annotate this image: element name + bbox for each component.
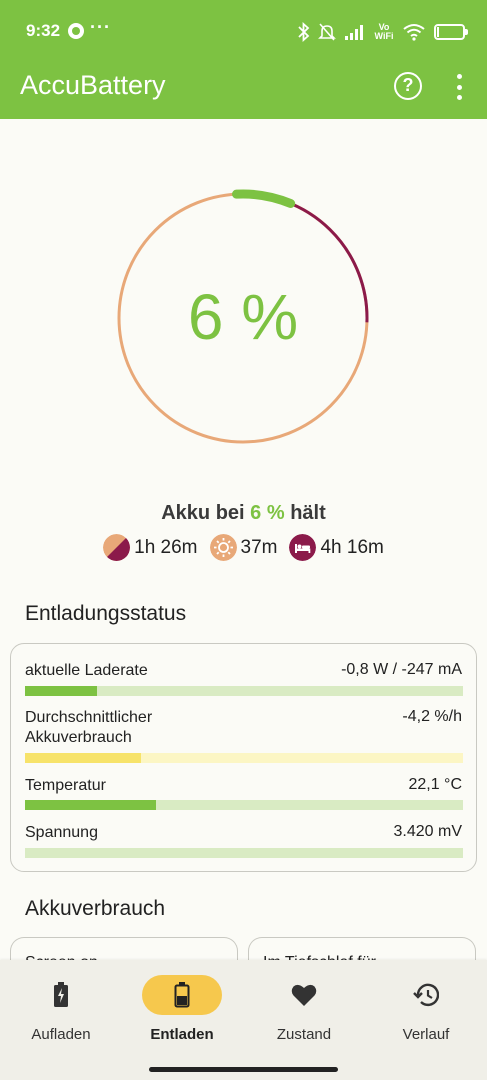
nav-discharge-label: Entladen [150,1026,214,1043]
nav-health[interactable]: Zustand [249,960,359,1060]
bluetooth-icon [298,22,310,42]
battery-status-icon [434,24,468,40]
nav-charge-label: Aufladen [31,1026,91,1043]
help-icon[interactable]: ? [394,72,422,100]
more-notifications-indicator: ··· [90,17,111,37]
battery-hold-line: Akku bei 6 % hält [0,502,487,525]
time-sleep-value: 4h 16m [320,536,384,558]
time-mixed-value: 1h 26m [134,536,198,558]
time-sleep: 4h 16m [289,534,384,561]
gauge-level-arc [232,189,296,209]
nav-discharge[interactable]: Entladen [127,960,237,1060]
home-indicator[interactable] [149,1067,338,1072]
hold-percent: 6 % [250,502,285,524]
avg-usage-bar-fill [25,753,142,763]
temperature-label: Temperatur [25,777,106,794]
nav-charge[interactable]: Aufladen [6,960,116,1060]
temperature-bar [25,800,463,810]
time-screen-value: 37m [240,536,278,558]
vowifi-icon: Vo WiFi [374,23,394,41]
hold-suffix: hält [290,502,326,524]
charge-rate-value: -0,8 W / -247 mA [341,661,462,678]
time-mixed-usage: 1h 26m [103,534,198,561]
voltage-bar [25,848,463,858]
nav-history[interactable]: Verlauf [371,960,481,1060]
screen-on-icon [209,534,237,561]
heart-icon [264,975,344,1015]
voltage-label: Spannung [25,824,98,841]
more-vertical-icon[interactable] [449,70,469,104]
temperature-bar-fill [25,800,157,810]
nav-history-label: Verlauf [402,1026,450,1043]
charge-rate-label: aktuelle Laderate [25,662,148,679]
app-title: AccuBattery [20,70,166,100]
nav-health-label: Zustand [276,1026,332,1043]
gauge-percent: 6 % [187,281,299,353]
usage-section-title: Akkuverbrauch [25,897,166,920]
discharge-status-card: aktuelle Laderate -0,8 W / -247 mA Durch… [10,643,477,872]
avg-usage-value: -4,2 %/h [402,708,462,725]
history-icon [386,975,466,1015]
bottom-navigation: Aufladen Entladen Zustand Verlauf [0,960,487,1080]
battery-discharge-icon [142,975,222,1015]
hold-prefix: Akku bei [161,502,245,524]
time-screen-on: 37m [209,534,278,561]
avg-usage-label: Durchschnittlicher Akkuverbrauch [25,709,153,746]
whatsapp-icon [68,23,84,39]
sleep-icon [289,534,317,561]
avg-usage-bar [25,753,463,763]
silent-bell-icon [318,23,336,41]
estimated-times: 1h 26m 37m 4h 16m [0,534,487,561]
wifi-icon [403,24,425,41]
battery-charging-icon [21,975,101,1015]
charge-rate-bar-fill [25,686,98,696]
status-bar: 9:32 ··· Vo WiFi [0,0,487,62]
vowifi-bottom: WiFi [374,31,394,41]
temperature-value: 22,1 °C [408,776,462,793]
status-icons: Vo WiFi [298,20,468,44]
signal-icon [345,25,363,40]
mixed-usage-icon [103,534,131,561]
voltage-value: 3.420 mV [393,823,462,840]
status-time: 9:32 [26,21,61,40]
charge-rate-bar [25,686,463,696]
app-bar: AccuBattery ? [0,62,487,119]
discharge-section-title: Entladungsstatus [25,602,187,625]
